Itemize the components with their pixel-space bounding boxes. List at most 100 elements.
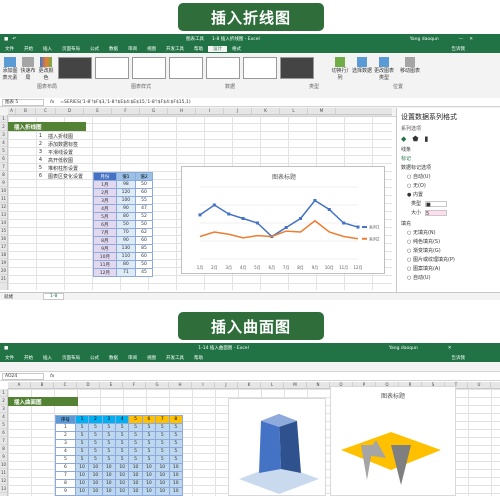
table-cell[interactable]: 5 (101, 431, 117, 440)
table-cell[interactable]: 4月 (93, 204, 117, 213)
pane-section-marker-options[interactable]: 数据标记选项 (397, 163, 500, 172)
surface-chart-3d[interactable] (228, 398, 326, 496)
row-header-cell[interactable]: 19 (0, 259, 7, 267)
fill-line-icon[interactable]: ◆ (401, 135, 406, 143)
row-header-cell[interactable]: 13 (0, 211, 7, 219)
table-cell[interactable]: 10 (155, 463, 170, 472)
table-cell[interactable]: 5 (88, 439, 103, 448)
row-header-cell[interactable]: 6 (0, 155, 7, 163)
table-cell[interactable]: 8月 (93, 236, 117, 245)
ribbon-tab[interactable]: 数据 (104, 46, 123, 52)
table-cell[interactable]: 3 (55, 439, 76, 448)
table-cell[interactable]: 5 (155, 439, 170, 448)
row-header-cell[interactable]: 11 (0, 469, 7, 477)
table-cell[interactable]: 11月 (93, 260, 117, 269)
column-header-cell[interactable]: H (168, 108, 196, 114)
pane-subtitle[interactable]: 系列选项 (397, 124, 500, 133)
row-header-cell[interactable]: 8 (0, 171, 7, 179)
table-cell[interactable]: 8 (55, 479, 76, 488)
table-cell[interactable]: 12月 (93, 268, 117, 277)
chart-style-thumb[interactable] (95, 57, 129, 79)
column-header-cell[interactable]: A (8, 382, 31, 388)
close-icon[interactable]: ✕ (469, 37, 473, 42)
table-cell[interactable]: 10 (101, 463, 117, 472)
row-header-cell[interactable]: 12 (0, 477, 7, 485)
ribbon-tab[interactable]: 文件 (0, 46, 19, 52)
table-cell[interactable]: 9 (55, 487, 76, 496)
header-cell[interactable]: 4 (114, 415, 130, 424)
fx-icon[interactable]: fx (50, 100, 54, 105)
table-cell[interactable]: 50 (115, 220, 137, 229)
table-cell[interactable]: 5 (114, 423, 130, 432)
table-cell[interactable]: 4 (55, 447, 76, 456)
name-box[interactable]: AO24 (2, 372, 44, 380)
column-header-cell[interactable]: I (196, 108, 224, 114)
table-cell[interactable]: 5月 (93, 212, 117, 221)
column-header-cell[interactable]: J (224, 108, 252, 114)
table-cell[interactable]: 10 (88, 471, 103, 480)
row-header-cell[interactable]: 5 (0, 421, 7, 429)
ribbon-button-move-chart[interactable]: 移动图表 (400, 57, 420, 79)
pane-fill-title[interactable]: 填充 (397, 217, 500, 228)
table-cell[interactable]: 5 (141, 431, 157, 440)
table-cell[interactable]: 5 (74, 455, 90, 464)
row-header-cell[interactable]: 2 (0, 123, 7, 131)
table-cell[interactable]: 47 (135, 204, 153, 213)
ribbon-tab[interactable]: 设计 (208, 45, 227, 52)
column-header-cell[interactable]: M (284, 382, 307, 388)
row-header-cell[interactable]: 4 (0, 413, 7, 421)
search-box[interactable]: 告诉我 (447, 46, 471, 52)
ribbon-tab[interactable]: 公式 (85, 355, 104, 361)
table-cell[interactable]: 5 (55, 455, 76, 464)
column-header-cell[interactable]: D (77, 382, 100, 388)
table-cell[interactable]: 130 (115, 244, 137, 253)
effects-icon[interactable]: ⬟ (412, 135, 418, 143)
row-header-cell[interactable]: 14 (0, 219, 7, 227)
table-cell[interactable]: 5 (128, 455, 143, 464)
row-header-cell[interactable]: 3 (0, 131, 7, 139)
header-cell[interactable]: 8 (168, 415, 183, 424)
column-header-cell[interactable]: B (16, 108, 36, 114)
search-box[interactable]: 告诉我 (447, 355, 471, 361)
fill-option[interactable]: ○ 自动(U) (397, 273, 500, 282)
ribbon-button-quick-layout[interactable]: 快速布局 (20, 57, 36, 81)
table-cell[interactable]: 71 (115, 268, 137, 277)
line-chart[interactable]: 图表标题 1月 2月 3月 4月 5月 6月 7月 8月 9月 10月 11月 12月 系列1 系列2 (181, 166, 385, 274)
table-cell[interactable]: 60 (135, 252, 153, 261)
table-cell[interactable]: 10 (168, 471, 183, 480)
column-header-cell[interactable]: H (169, 382, 192, 388)
header-cell[interactable]: 月份 (93, 172, 117, 181)
column-header-cell[interactable]: G (140, 108, 168, 114)
table-cell[interactable]: 10 (74, 471, 90, 480)
table-cell[interactable]: 2月 (93, 188, 117, 197)
chart-style-thumb[interactable] (280, 57, 314, 79)
table-cell[interactable]: 90 (115, 204, 137, 213)
ribbon-tab[interactable]: 开发工具 (161, 355, 189, 361)
table-cell[interactable]: 5 (101, 439, 117, 448)
table-cell[interactable]: 5 (74, 431, 90, 440)
table-cell[interactable]: 10 (141, 487, 157, 496)
table-cell[interactable]: 100 (115, 196, 137, 205)
table-cell[interactable]: 7 (55, 471, 76, 480)
table-cell[interactable]: 10 (168, 479, 183, 488)
table-cell[interactable]: 80 (115, 212, 137, 221)
row-header-cell[interactable]: 3 (0, 405, 7, 413)
table-cell[interactable]: 60 (135, 188, 153, 197)
table-cell[interactable]: 85 (135, 244, 153, 253)
ribbon-tab[interactable]: 插入 (38, 46, 57, 52)
table-cell[interactable]: 5 (88, 447, 103, 456)
ribbon-button-add-element[interactable]: 添加图表元素 (2, 57, 18, 81)
fill-option[interactable]: ○ 纯色填充(S) (397, 237, 500, 246)
table-cell[interactable]: 5 (168, 439, 183, 448)
table-cell[interactable]: 5 (128, 439, 143, 448)
table-cell[interactable]: 2 (55, 431, 76, 440)
table-cell[interactable]: 120 (115, 188, 137, 197)
table-cell[interactable]: 5 (74, 447, 90, 456)
row-header-cell[interactable]: 2 (0, 397, 7, 405)
table-cell[interactable]: 10 (155, 471, 170, 480)
ribbon-tab[interactable]: 公式 (85, 46, 104, 52)
table-cell[interactable]: 5 (155, 423, 170, 432)
table-cell[interactable]: 10月 (93, 252, 117, 261)
table-cell[interactable]: 10 (128, 487, 143, 496)
table-cell[interactable]: 10 (114, 479, 130, 488)
